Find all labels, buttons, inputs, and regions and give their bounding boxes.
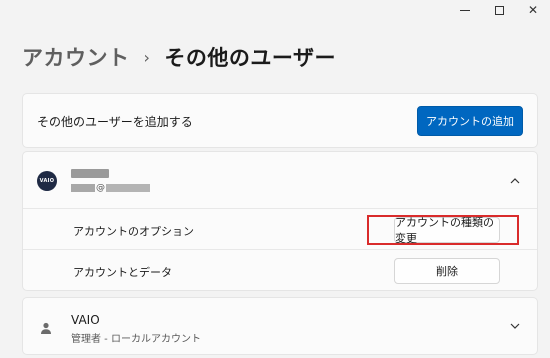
user-account-header[interactable]: VAIO @ — [23, 152, 537, 208]
account-options-row: アカウントのオプション アカウントの種類の変更 — [23, 208, 537, 249]
close-button[interactable]: ✕ — [516, 0, 550, 20]
redacted-email-domain — [106, 184, 150, 192]
add-other-user-card: その他のユーザーを追加する アカウントの追加 — [22, 93, 538, 148]
vaio-account-card[interactable]: VAIO 管理者 - ローカルアカウント — [22, 297, 538, 355]
add-account-button[interactable]: アカウントの追加 — [417, 106, 523, 136]
chevron-up-icon[interactable] — [509, 175, 521, 187]
red-highlight-box — [367, 215, 519, 245]
add-other-user-label: その他のユーザーを追加する — [37, 115, 193, 129]
close-icon: ✕ — [527, 3, 539, 17]
email-at-sign: @ — [96, 183, 105, 193]
redacted-username — [71, 169, 109, 178]
maximize-icon — [494, 5, 504, 15]
minimize-icon — [460, 9, 470, 11]
maximize-button[interactable] — [482, 0, 516, 20]
redacted-email: @ — [71, 183, 150, 193]
vaio-logo-avatar: VAIO — [37, 171, 57, 191]
redacted-email-user — [71, 184, 95, 192]
remove-account-button[interactable]: 削除 — [394, 258, 500, 284]
breadcrumb-accounts-link[interactable]: アカウント — [22, 42, 130, 72]
person-icon — [39, 320, 53, 334]
breadcrumb-separator-icon: › — [143, 47, 151, 67]
minimize-button[interactable] — [448, 0, 482, 20]
vaio-account-role: 管理者 - ローカルアカウント — [71, 334, 201, 345]
chevron-down-icon[interactable] — [509, 320, 521, 332]
window-controls: ✕ — [448, 0, 550, 20]
account-data-label: アカウントとデータ — [73, 266, 172, 279]
breadcrumb: アカウント › その他のユーザー — [22, 42, 336, 72]
page-title: その他のユーザー — [164, 46, 336, 70]
vaio-account-name: VAIO — [71, 313, 100, 327]
account-options-label: アカウントのオプション — [73, 225, 194, 238]
user-account-card: VAIO @ アカウントのオプション アカウントの種類の変更 アカウントとデータ… — [22, 151, 538, 291]
account-data-row: アカウントとデータ 削除 — [23, 249, 537, 290]
